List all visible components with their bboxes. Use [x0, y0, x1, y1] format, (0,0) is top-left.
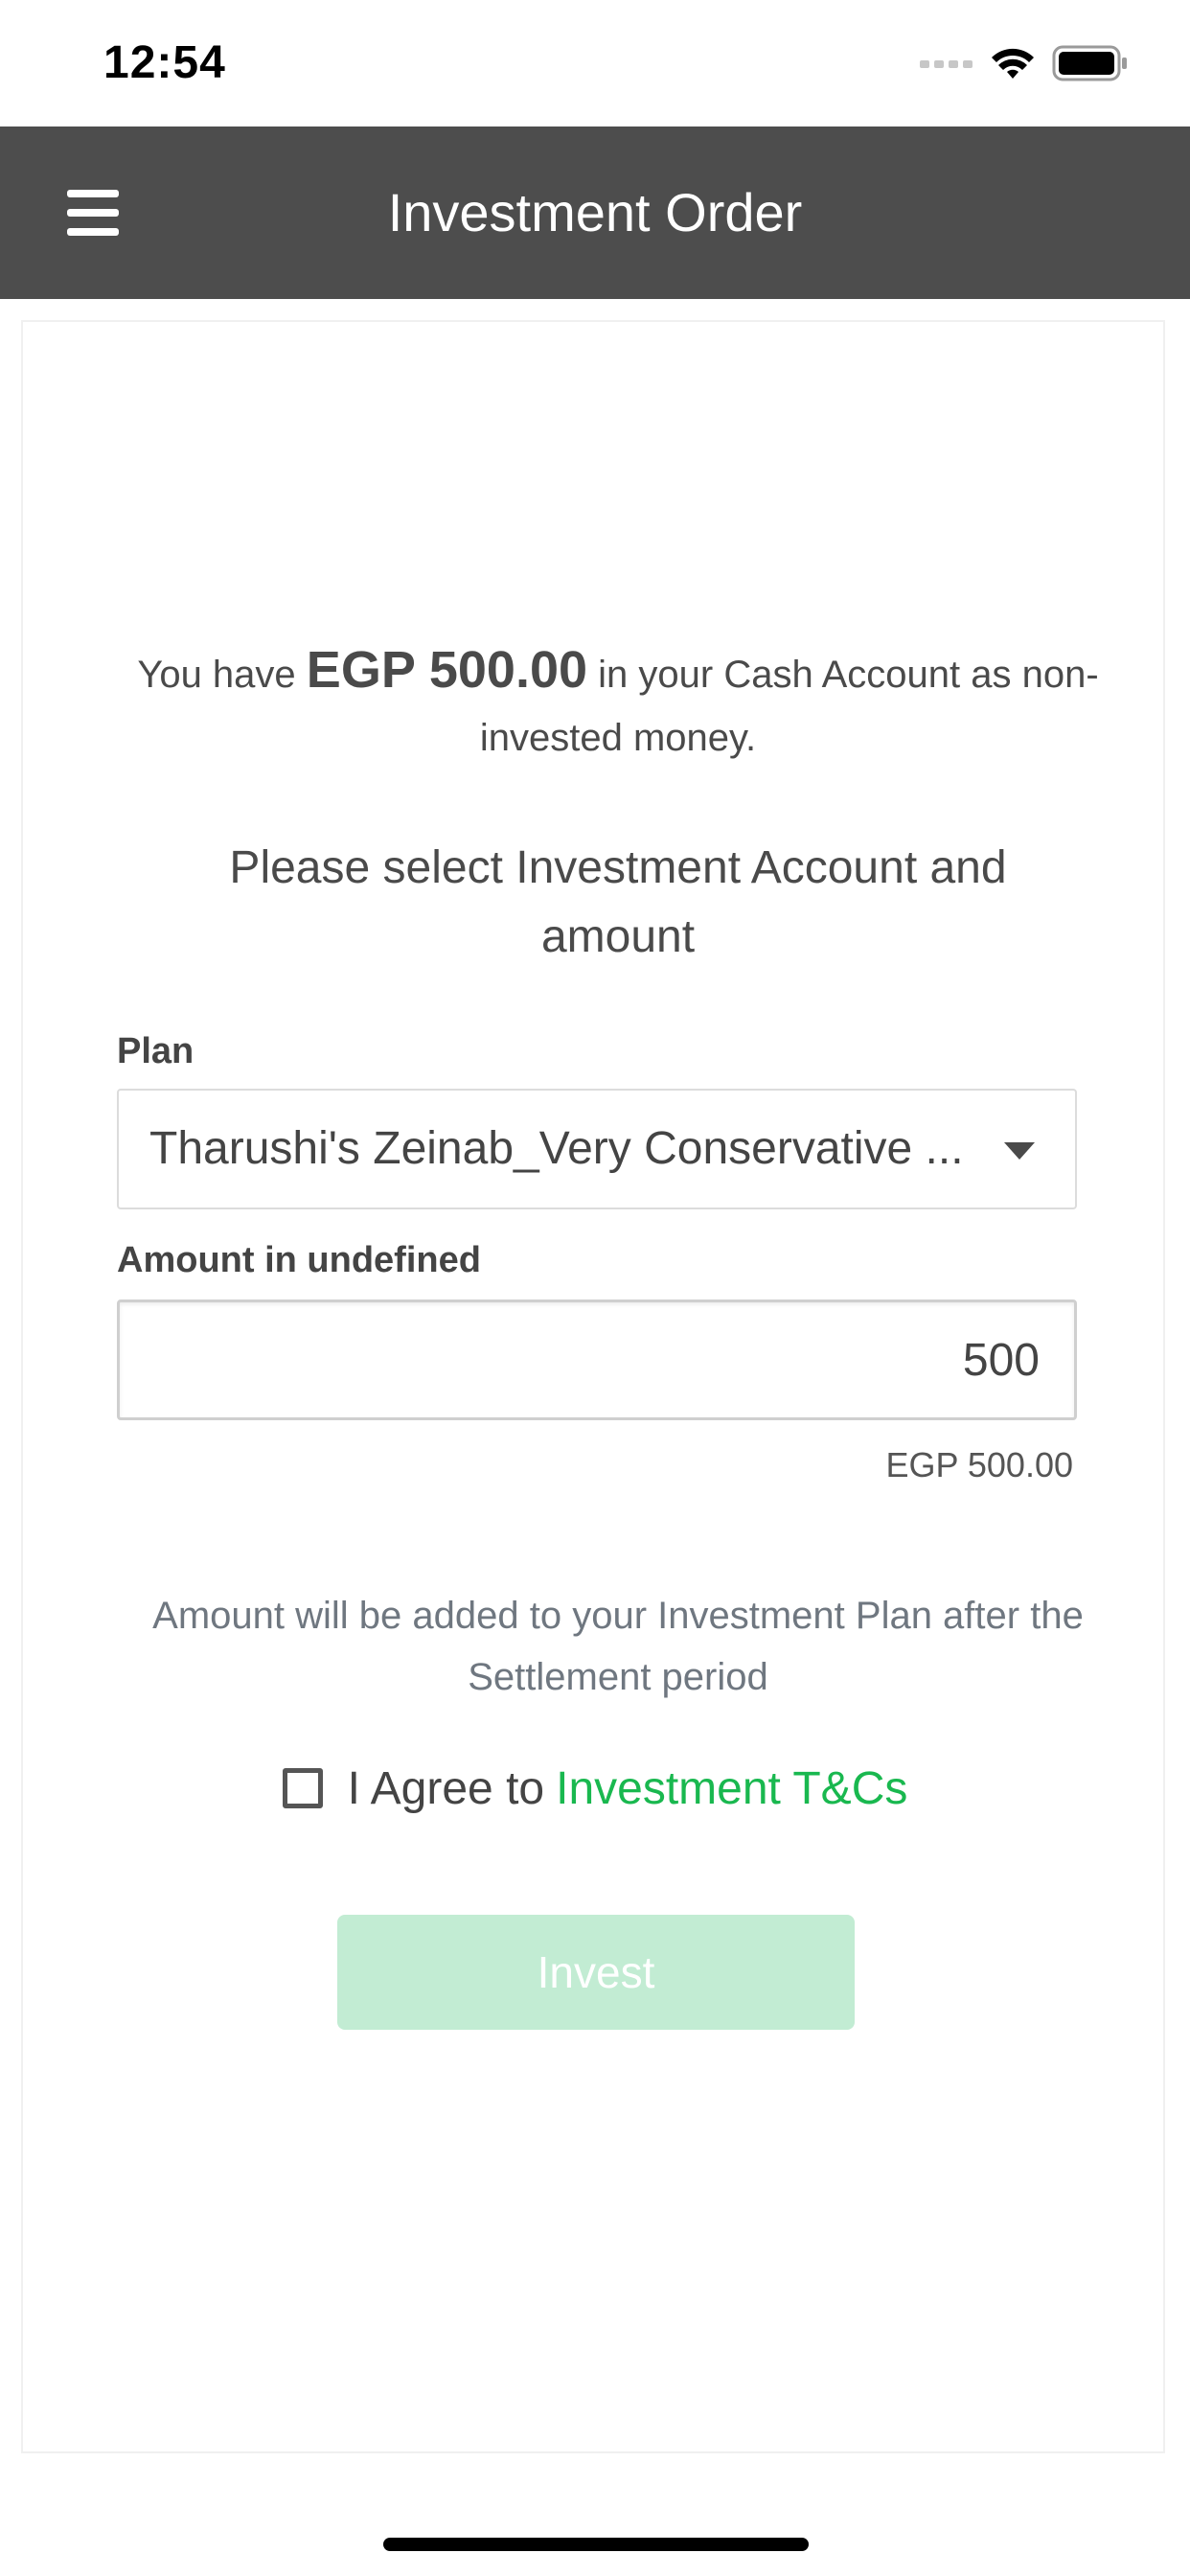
- home-indicator: [383, 2538, 809, 2551]
- amount-formatted: EGP 500.00: [885, 1445, 1074, 1484]
- plan-label: Plan: [117, 1031, 195, 1071]
- status-icons: [920, 44, 1129, 82]
- signal-icon: [920, 60, 973, 68]
- amount-input[interactable]: [117, 1300, 1077, 1420]
- status-bar: 12:54: [0, 0, 1190, 126]
- investment-order-screen: 12:54 Investment Order You have EGP 500.…: [0, 0, 1190, 2576]
- investment-order-card: You have EGP 500.00 in your Cash Account…: [21, 320, 1165, 2453]
- balance-amount: EGP 500.00: [306, 641, 588, 699]
- amount-label: Amount in undefined: [117, 1240, 481, 1280]
- plan-selected-value: Tharushi's Zeinab_Very Conservative ...: [149, 1123, 964, 1174]
- menu-icon[interactable]: [67, 190, 119, 236]
- plan-select[interactable]: Tharushi's Zeinab_Very Conservative ...: [117, 1089, 1077, 1209]
- wifi-icon: [992, 48, 1034, 79]
- terms-link[interactable]: Investment T&Cs: [556, 1762, 907, 1815]
- agree-checkbox[interactable]: [282, 1768, 323, 1808]
- settlement-note: Amount will be added to your Investment …: [152, 1595, 1084, 1698]
- agreement-row: I Agree to Investment T&Cs: [23, 1750, 1167, 1827]
- status-time: 12:54: [103, 37, 226, 88]
- battery-icon: [1052, 45, 1127, 81]
- instruction-text: Please select Investment Account and amo…: [229, 842, 1007, 962]
- cash-balance-text: You have EGP 500.00 in your Cash Account…: [119, 638, 1117, 770]
- app-header: Investment Order: [0, 126, 1190, 299]
- page-title: Investment Order: [387, 182, 803, 242]
- agree-text: I Agree to: [347, 1762, 545, 1814]
- caret-down-icon: [1004, 1142, 1035, 1160]
- invest-button[interactable]: Invest: [337, 1915, 855, 2030]
- balance-prefix: You have: [137, 654, 296, 696]
